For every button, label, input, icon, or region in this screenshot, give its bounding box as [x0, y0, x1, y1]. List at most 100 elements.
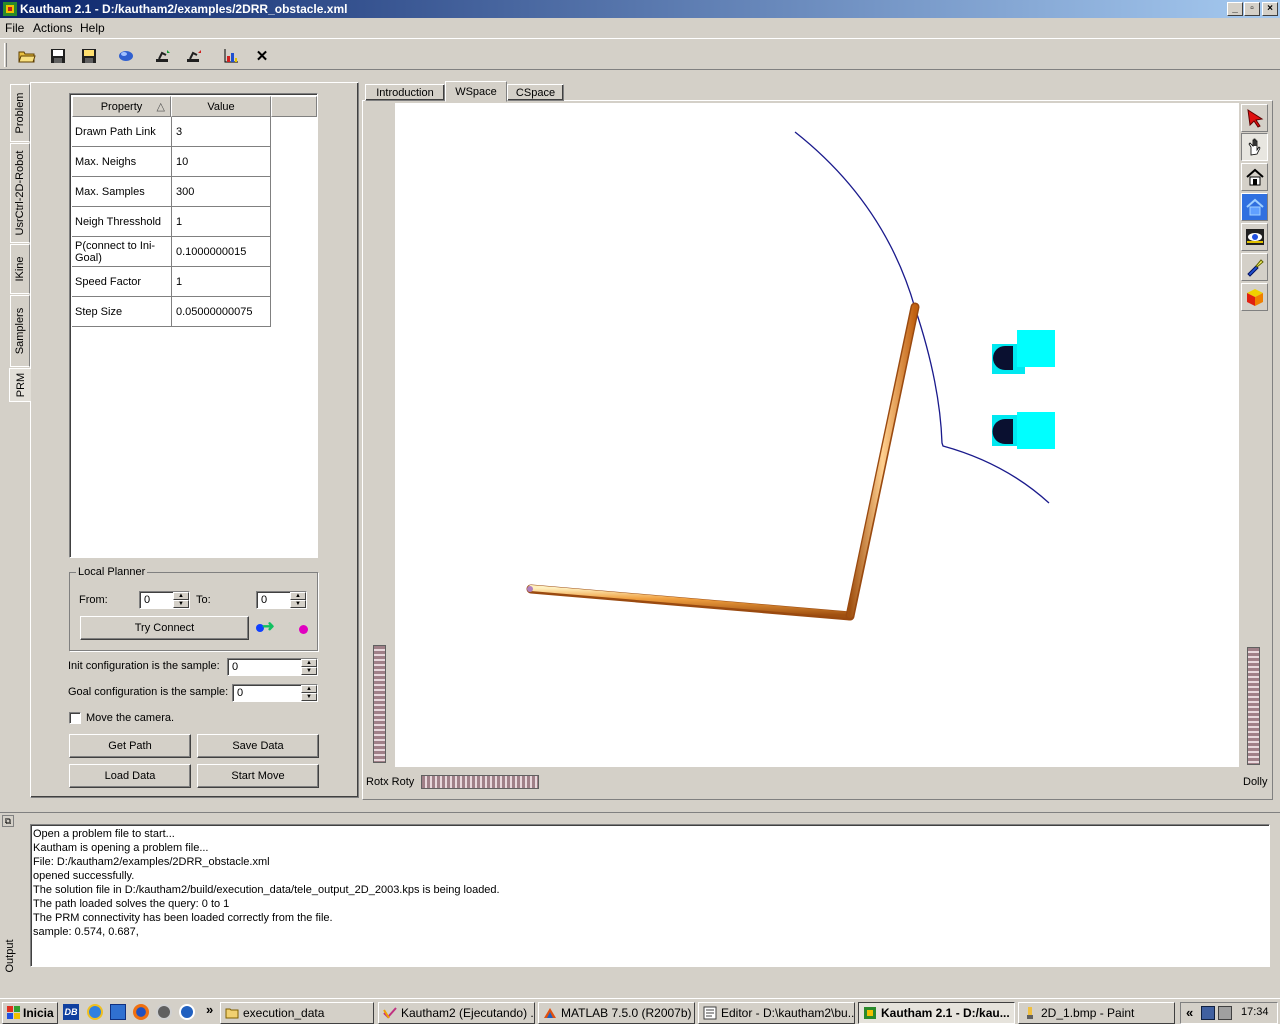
- table-row[interactable]: Max. Samples 300: [72, 177, 271, 207]
- get-path-button[interactable]: Get Path: [69, 734, 191, 758]
- tab-cspace[interactable]: CSpace: [507, 84, 564, 101]
- volume-tray-icon[interactable]: [1218, 1006, 1232, 1020]
- load-data-button[interactable]: Load Data: [69, 764, 191, 788]
- task-execution-data[interactable]: execution_data: [220, 1002, 374, 1024]
- home-icon[interactable]: [1241, 163, 1268, 191]
- db-quicklaunch-icon[interactable]: DB: [63, 1004, 79, 1020]
- obstacle-1: [992, 330, 1055, 374]
- explorer-quicklaunch-icon[interactable]: [110, 1004, 126, 1020]
- seek-flashlight-icon[interactable]: [1241, 253, 1268, 281]
- table-row[interactable]: Max. Neighs 10: [72, 147, 271, 177]
- hand-icon[interactable]: [1241, 133, 1268, 161]
- side-tab-ikine[interactable]: IKine: [10, 244, 30, 294]
- task-kautham-active[interactable]: Kautham 2.1 - D:/kau...: [858, 1002, 1015, 1024]
- projection-cube-icon[interactable]: [1241, 283, 1268, 311]
- table-row[interactable]: Neigh Thresshold 1: [72, 207, 271, 237]
- taskbar: Inicia DB » execution_data Kautham2 (Eje…: [0, 998, 1280, 1024]
- toolbar-handle: [4, 43, 7, 67]
- log-line: The path loaded solves the query: 0 to 1: [33, 898, 230, 910]
- player-quicklaunch-icon[interactable]: [179, 1004, 195, 1020]
- move-camera-checkbox[interactable]: [69, 712, 81, 724]
- obstacle-2: [992, 412, 1055, 449]
- roty-wheel[interactable]: [421, 775, 539, 789]
- tab-introduction[interactable]: Introduction: [365, 84, 445, 101]
- open-folder-icon[interactable]: [16, 45, 38, 67]
- from-stepper[interactable]: 0 ▲ ▼: [139, 591, 190, 609]
- tray-expand[interactable]: «: [1186, 1005, 1193, 1020]
- path-trajectory: [794, 131, 1050, 504]
- view-eye-icon[interactable]: [1241, 223, 1268, 251]
- save-as-icon[interactable]: [78, 45, 100, 67]
- output-tab[interactable]: Output: [2, 936, 18, 976]
- menu-actions[interactable]: Actions: [33, 21, 72, 35]
- header-property[interactable]: Property △: [72, 96, 171, 117]
- local-planner-title: Local Planner: [76, 566, 148, 578]
- task-paint[interactable]: 2D_1.bmp - Paint: [1018, 1002, 1175, 1024]
- workspace-viewer[interactable]: [395, 103, 1239, 767]
- system-tray: « 17:34: [1180, 1002, 1278, 1024]
- rotx-wheel[interactable]: [373, 645, 386, 763]
- menu-help[interactable]: Help: [80, 21, 105, 35]
- title-bar: Kautham 2.1 - D:/kautham2/examples/2DRR_…: [0, 0, 1280, 18]
- log-line: Open a problem file to start...: [33, 828, 175, 840]
- start-button[interactable]: Inicia: [2, 1002, 58, 1024]
- header-value[interactable]: Value: [171, 96, 271, 117]
- log-line: opened successfully.: [33, 870, 135, 882]
- maximize-button[interactable]: ▫: [1244, 2, 1260, 16]
- tab-wspace[interactable]: WSpace: [445, 81, 507, 102]
- side-tab-samplers[interactable]: Samplers: [10, 295, 30, 367]
- header-filler: [271, 96, 317, 117]
- start-move-button[interactable]: Start Move: [197, 764, 319, 788]
- firefox-quicklaunch-icon[interactable]: [133, 1004, 149, 1020]
- move-camera-label: Move the camera.: [86, 712, 175, 724]
- clock: 17:34: [1241, 1006, 1269, 1018]
- task-matlab[interactable]: MATLAB 7.5.0 (R2007b): [538, 1002, 695, 1024]
- to-stepper[interactable]: 0 ▲ ▼: [256, 591, 307, 609]
- side-tab-usrctrl[interactable]: UsrCtrl-2D-Robot: [10, 143, 30, 243]
- to-label: To:: [196, 594, 211, 606]
- try-connect-button[interactable]: Try Connect: [80, 616, 249, 640]
- sort-ascending-icon: △: [156, 101, 165, 113]
- menu-bar: File Actions Help: [0, 18, 1280, 38]
- sphere-icon[interactable]: [115, 45, 137, 67]
- side-tab-prm[interactable]: PRM: [9, 368, 31, 402]
- task-kautham2-debug[interactable]: Kautham2 (Ejecutando) ...: [378, 1002, 535, 1024]
- media-quicklaunch-icon[interactable]: [156, 1004, 172, 1020]
- menu-file[interactable]: File: [5, 21, 24, 35]
- kautham-app-icon: [3, 2, 17, 16]
- log-line: Kautham is opening a problem file...: [33, 842, 209, 854]
- goal-config-stepper[interactable]: 0 ▲ ▼: [232, 684, 318, 702]
- close-window-button[interactable]: ×: [1262, 2, 1278, 16]
- table-row[interactable]: Speed Factor 1: [72, 267, 271, 297]
- log-line: sample: 0.574, 0.687,: [33, 926, 139, 938]
- output-log[interactable]: Open a problem file to start... Kautham …: [30, 824, 1270, 967]
- save-icon[interactable]: [47, 45, 69, 67]
- network-tray-icon[interactable]: [1201, 1006, 1215, 1020]
- side-tab-problem[interactable]: Problem: [10, 84, 30, 142]
- robot-down-icon[interactable]: [183, 45, 205, 67]
- table-row[interactable]: P(connect to Ini-Goal) 0.1000000015: [72, 237, 271, 267]
- from-label: From:: [79, 594, 108, 606]
- window-title: Kautham 2.1 - D:/kautham2/examples/2DRR_…: [20, 2, 348, 16]
- log-line: The solution file in D:/kautham2/build/e…: [33, 884, 500, 896]
- init-config-stepper[interactable]: 0 ▲ ▼: [227, 658, 318, 676]
- select-arrow-icon[interactable]: [1241, 104, 1268, 132]
- dolly-wheel[interactable]: [1247, 647, 1260, 765]
- robot-base: [527, 586, 533, 592]
- chart-icon[interactable]: [220, 45, 242, 67]
- task-editor[interactable]: Editor - D:\kautham2\bu...: [698, 1002, 855, 1024]
- toolbar: ✕: [0, 38, 1280, 70]
- save-data-button[interactable]: Save Data: [197, 734, 319, 758]
- rotx-roty-label: Rotx Roty: [366, 776, 415, 788]
- robot-arm: [526, 302, 920, 621]
- robot-up-icon[interactable]: [152, 45, 174, 67]
- set-home-icon[interactable]: [1241, 193, 1268, 221]
- close-icon[interactable]: ✕: [251, 45, 273, 67]
- table-row[interactable]: Drawn Path Link 3: [72, 117, 271, 147]
- minimize-button[interactable]: _: [1227, 2, 1243, 16]
- ie-quicklaunch-icon[interactable]: [87, 1004, 103, 1020]
- quicklaunch-more[interactable]: »: [206, 1002, 213, 1017]
- property-table[interactable]: Property △ Value Drawn Path Link 3 Max. N…: [69, 93, 318, 558]
- undock-icon[interactable]: ⧉: [2, 815, 14, 827]
- table-row[interactable]: Step Size 0.05000000075: [72, 297, 271, 327]
